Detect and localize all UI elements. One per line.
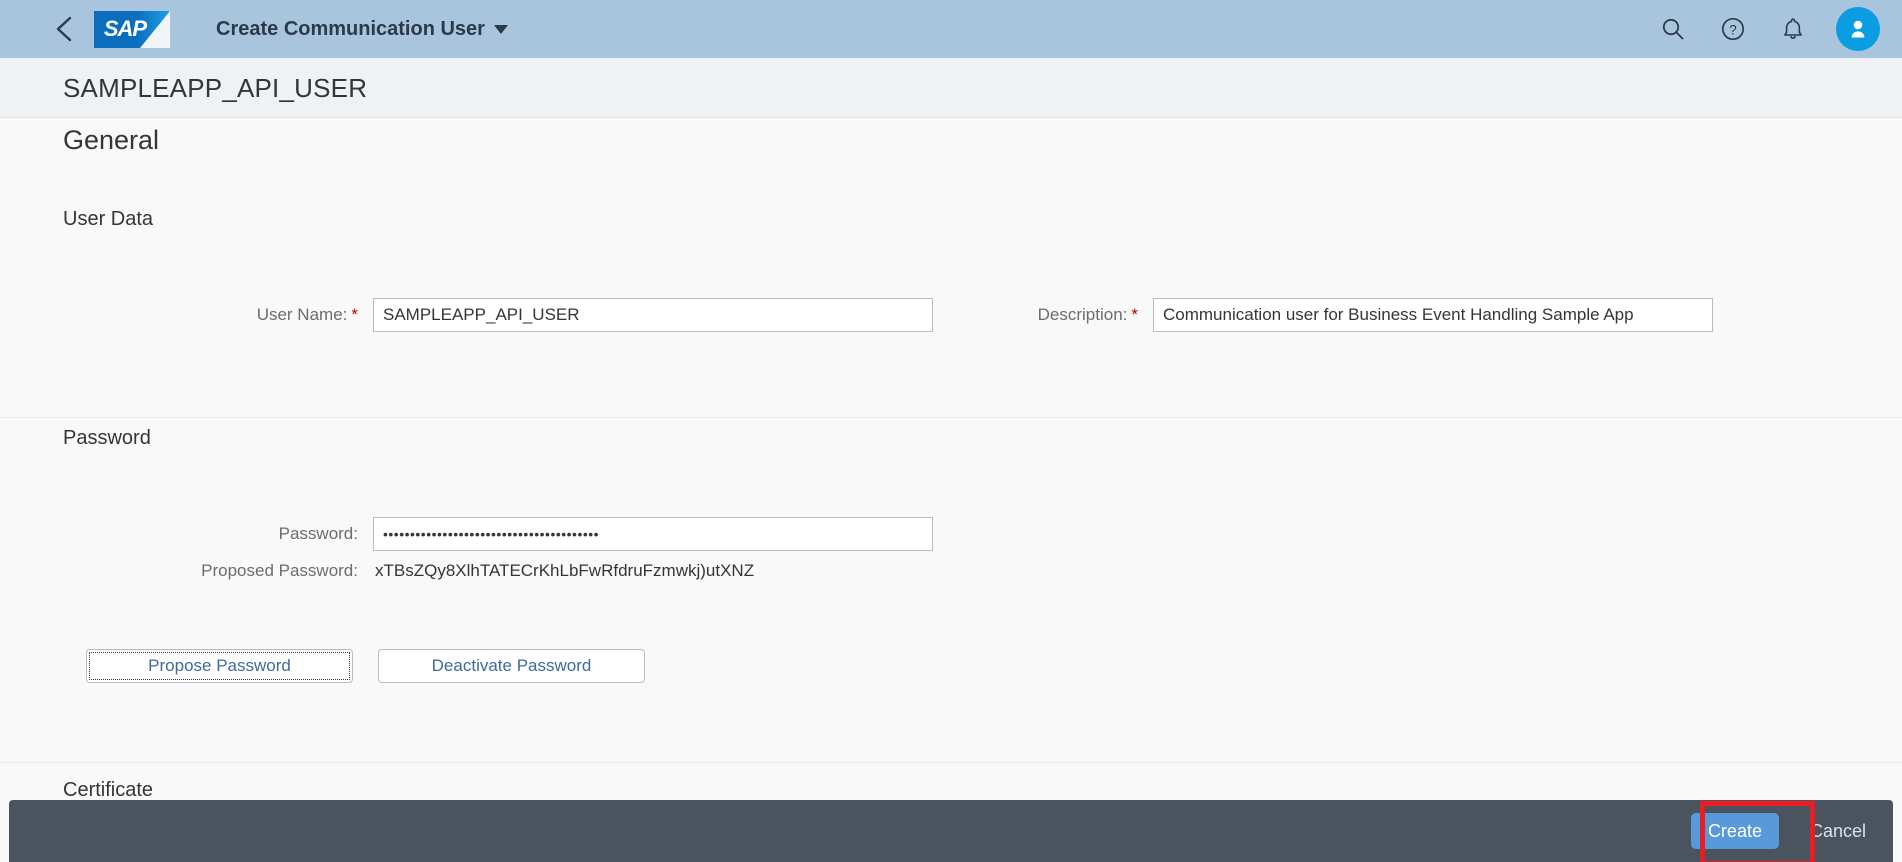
sap-logo: SAP: [94, 10, 170, 48]
subsection-title-user-data: User Data: [63, 208, 154, 230]
chevron-down-icon: [493, 24, 508, 34]
notifications-button[interactable]: [1776, 12, 1810, 46]
help-icon: ?: [1721, 17, 1745, 41]
shell-bar-actions: ?: [1656, 0, 1880, 58]
description-label: Description:: [1037, 305, 1128, 324]
form-row-user-name: User Name: * SAMPLEAPP_API_USER: [0, 298, 933, 332]
notifications-bell-icon: [1784, 18, 1802, 39]
user-name-input[interactable]: SAMPLEAPP_API_USER: [373, 298, 933, 332]
proposed-password-value-wrapper: xTBsZQy8XlhTATECrKhLbFwRfdruFzmwkj)utXNZ: [373, 554, 933, 588]
help-button[interactable]: ?: [1716, 12, 1750, 46]
password-label: Password:: [278, 524, 358, 543]
password-action-buttons: Propose Password Deactivate Password: [86, 649, 645, 683]
deactivate-password-button[interactable]: Deactivate Password: [378, 649, 645, 683]
password-input[interactable]: ••••••••••••••••••••••••••••••••••••••••: [373, 517, 933, 551]
back-button[interactable]: [42, 6, 88, 52]
search-icon: [1662, 18, 1684, 40]
app-title: Create Communication User: [216, 17, 485, 40]
create-button[interactable]: Create: [1690, 813, 1779, 849]
user-name-required-marker: *: [351, 305, 358, 324]
page-content: General User Data User Name: * SAMPLEAPP…: [0, 119, 1902, 862]
user-avatar-icon: [1851, 20, 1865, 38]
form-row-description: Description: * Communication user for Bu…: [1028, 298, 1713, 332]
section-divider-1: [0, 417, 1902, 418]
proposed-password-label: Proposed Password:: [201, 561, 358, 580]
description-value: Communication user for Business Event Ha…: [1163, 305, 1634, 324]
shell-bar: SAP Create Communication User ?: [0, 0, 1902, 58]
footer-toolbar: Create Cancel: [9, 800, 1893, 862]
subsection-title-certificate: Certificate: [63, 779, 154, 801]
chevron-left-icon: [56, 16, 72, 42]
app-title-menu[interactable]: Create Communication User: [216, 18, 508, 41]
object-page-header: SAMPLEAPP_API_USER: [0, 58, 1902, 118]
form-row-proposed-password: Proposed Password: xTBsZQy8XlhTATECrKhLb…: [0, 554, 933, 588]
svg-text:?: ?: [1729, 22, 1737, 37]
cancel-button[interactable]: Cancel: [1793, 813, 1883, 849]
description-required-marker: *: [1131, 305, 1138, 324]
search-button[interactable]: [1656, 12, 1690, 46]
proposed-password-value: xTBsZQy8XlhTATECrKhLbFwRfdruFzmwkj)utXNZ: [375, 561, 755, 580]
subsection-title-password: Password: [63, 427, 151, 449]
section-divider-2: [0, 762, 1902, 763]
password-value: ••••••••••••••••••••••••••••••••••••••••: [383, 526, 600, 542]
user-name-value: SAMPLEAPP_API_USER: [383, 305, 580, 324]
application-root: SAP Create Communication User ? SAMPLEAP…: [0, 0, 1902, 862]
section-title-general: General: [63, 125, 160, 155]
avatar[interactable]: [1836, 7, 1880, 51]
form-row-password: Password: ••••••••••••••••••••••••••••••…: [0, 517, 933, 551]
description-input[interactable]: Communication user for Business Event Ha…: [1153, 298, 1713, 332]
sap-logo-text: SAP: [103, 16, 147, 41]
page-title: SAMPLEAPP_API_USER: [63, 73, 368, 103]
propose-password-button[interactable]: Propose Password: [86, 649, 353, 683]
user-name-label: User Name:: [256, 305, 348, 324]
